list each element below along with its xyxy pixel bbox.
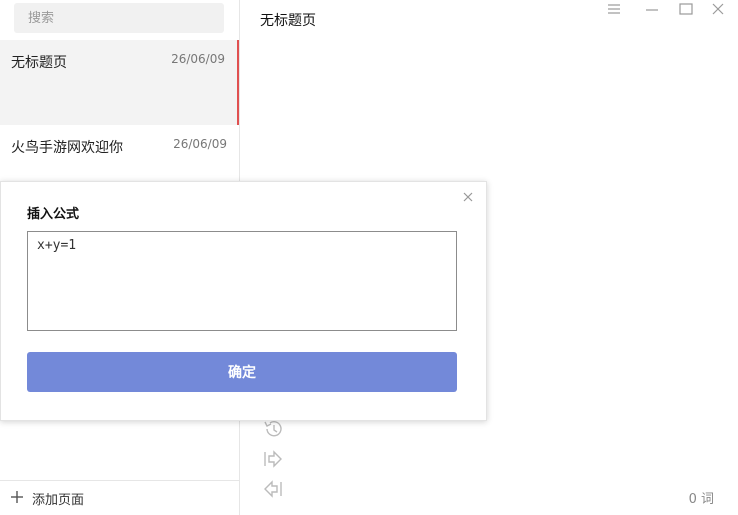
- dialog-title: 插入公式: [27, 207, 80, 222]
- back-icon[interactable]: [262, 478, 284, 500]
- page-item-title: 火鸟手游网欢迎你: [11, 140, 123, 156]
- page-title: 无标题页: [260, 13, 316, 29]
- close-icon[interactable]: [706, 0, 730, 18]
- add-page-button[interactable]: 添加页面: [0, 480, 239, 515]
- page-item-date: 26/06/09: [173, 137, 227, 151]
- dialog-close-icon[interactable]: [460, 189, 476, 205]
- minimize-icon[interactable]: [640, 0, 664, 18]
- word-count: 0 词: [688, 492, 714, 507]
- add-page-label: 添加页面: [32, 493, 85, 508]
- menu-icon[interactable]: [602, 0, 626, 18]
- maximize-icon[interactable]: [674, 0, 698, 18]
- plus-icon: [10, 487, 24, 509]
- page-item-untitled[interactable]: 无标题页 26/06/09: [0, 40, 239, 125]
- forward-icon[interactable]: [262, 448, 284, 470]
- insert-formula-dialog: 插入公式 x+y=1 确定: [0, 181, 487, 421]
- page-item-welcome[interactable]: 火鸟手游网欢迎你 26/06/09: [0, 125, 239, 181]
- history-icon[interactable]: [262, 418, 284, 440]
- page-item-title: 无标题页: [11, 55, 67, 71]
- confirm-button[interactable]: 确定: [27, 352, 457, 392]
- formula-input[interactable]: x+y=1: [27, 231, 457, 331]
- search-input[interactable]: [14, 3, 224, 33]
- page-item-date: 26/06/09: [171, 52, 225, 66]
